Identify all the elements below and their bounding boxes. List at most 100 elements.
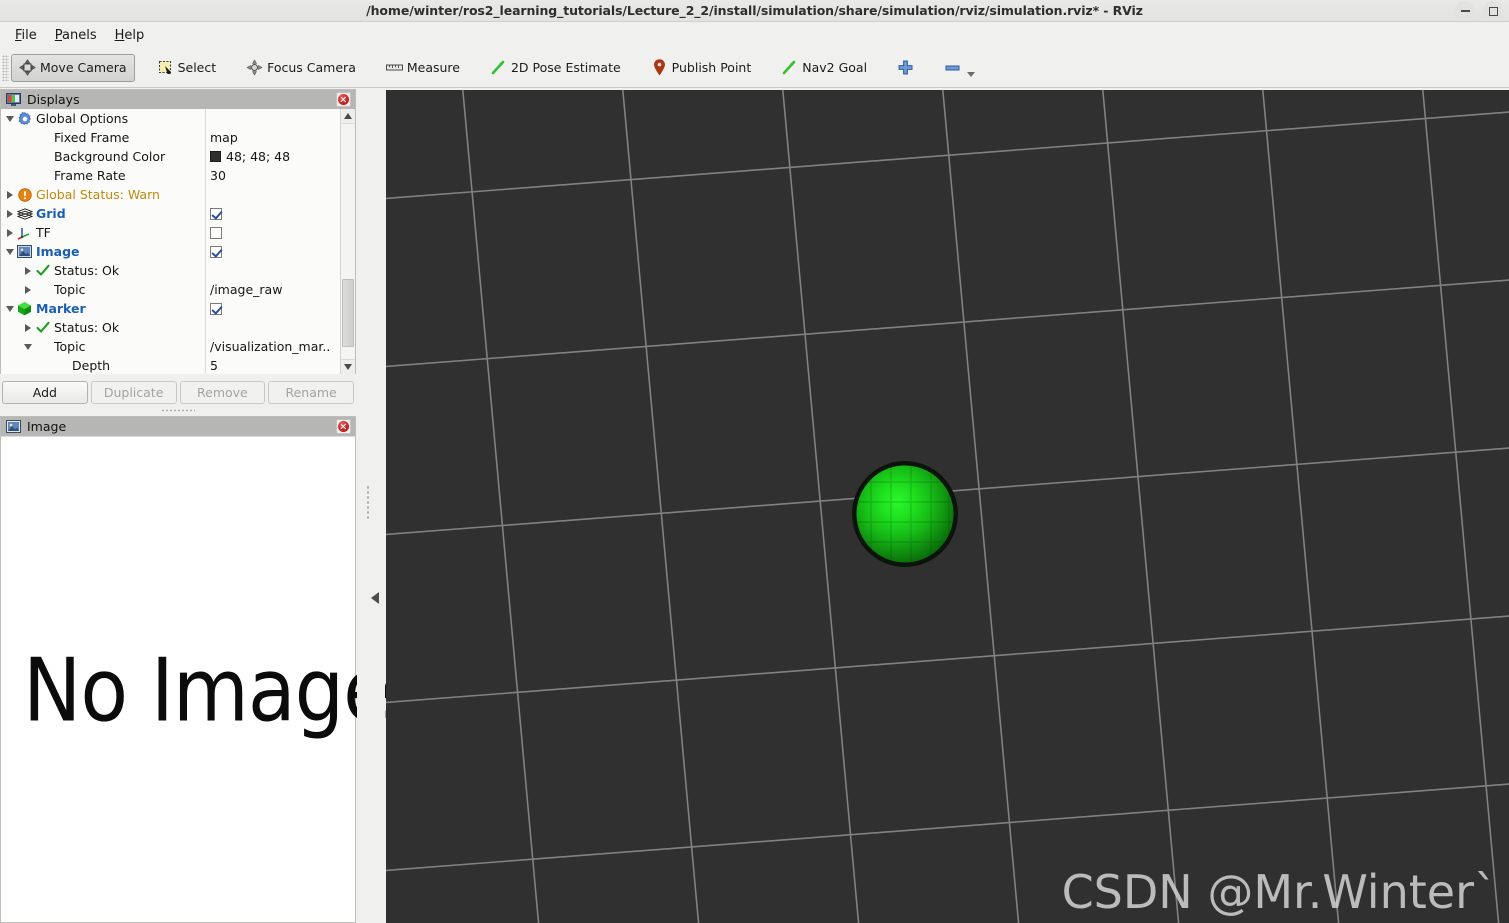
close-icon	[338, 94, 349, 105]
displays-monitor-icon	[5, 91, 22, 108]
display-tree-row[interactable]: Background Color	[1, 147, 205, 166]
display-enable-checkbox[interactable]	[210, 245, 222, 258]
display-tree-value[interactable]: 30	[206, 166, 355, 185]
display-tree-value[interactable]	[206, 299, 355, 318]
color-swatch[interactable]	[210, 151, 221, 162]
displays-tree[interactable]: Global Options Fixed Frame Background Colo…	[1, 109, 355, 374]
display-tree-value	[206, 261, 355, 280]
duplicate-display-button[interactable]: Duplicate	[90, 381, 177, 404]
collapse-arrow-icon[interactable]	[3, 248, 16, 255]
display-enable-checkbox[interactable]	[210, 226, 222, 239]
menu-panels[interactable]: Panels	[46, 25, 106, 46]
focus-camera-icon	[246, 59, 263, 76]
display-tree-label: Fixed Frame	[54, 130, 130, 145]
value-text: 5	[210, 358, 218, 373]
tool-label: Publish Point	[671, 60, 752, 75]
display-tree-row[interactable]: Global Options	[1, 109, 205, 128]
minimize-icon	[1460, 10, 1470, 12]
minimize-button[interactable]	[1455, 1, 1475, 21]
checkmark-icon	[34, 321, 51, 334]
image-panel-title: Image	[27, 419, 67, 434]
display-tree-value[interactable]	[206, 223, 355, 242]
toolbar-drag-handle[interactable]	[2, 54, 9, 81]
tool-label: Measure	[406, 60, 460, 75]
3d-scene	[386, 90, 1509, 923]
main-splitter[interactable]	[357, 89, 385, 923]
expand-arrow-icon[interactable]	[21, 266, 34, 275]
display-tree-label: TF	[36, 225, 51, 240]
image-panel: Image No Image	[0, 416, 391, 923]
map-pin-icon	[651, 59, 668, 76]
value-text: /image_raw	[210, 282, 283, 297]
display-tree-row[interactable]: Topic	[1, 337, 205, 356]
collapse-arrow-icon[interactable]	[21, 343, 34, 350]
display-tree-row[interactable]: Frame Rate	[1, 166, 205, 185]
display-tree-row[interactable]: Global Status: Warn	[1, 185, 205, 204]
display-tree-value[interactable]: 5	[206, 356, 355, 374]
toolbar-overflow-icon[interactable]	[967, 72, 976, 77]
tool-measure[interactable]: Measure	[378, 54, 468, 82]
display-tree-value[interactable]	[206, 242, 355, 261]
display-tree-row[interactable]: Grid	[1, 204, 205, 223]
displays-button-bar: Add Duplicate Remove Rename	[0, 379, 356, 406]
collapse-arrow-icon[interactable]	[3, 305, 16, 312]
display-tree-row[interactable]: Image	[1, 242, 205, 261]
display-tree-label: Global Options	[36, 111, 129, 126]
collapse-panel-arrow-icon[interactable]	[371, 592, 379, 604]
display-tree-row[interactable]: TF	[1, 223, 205, 242]
scroll-down-button[interactable]	[341, 359, 355, 374]
remove-display-button[interactable]: Remove	[179, 381, 266, 404]
menu-file[interactable]: File	[6, 25, 46, 46]
expand-arrow-icon[interactable]	[21, 323, 34, 332]
remove-tool-button[interactable]	[936, 54, 983, 82]
displays-panel-close-button[interactable]	[336, 92, 351, 107]
sphere-marker[interactable]	[852, 461, 958, 567]
pose-arrow-icon	[490, 59, 507, 76]
image-panel-close-button[interactable]	[336, 419, 351, 434]
scroll-up-button[interactable]	[341, 109, 355, 124]
tool-nav2-goal[interactable]: Nav2 Goal	[773, 54, 875, 82]
display-tree-value[interactable]	[206, 204, 355, 223]
display-tree-row[interactable]: Marker	[1, 299, 205, 318]
maximize-button[interactable]	[1483, 1, 1503, 21]
add-tool-button[interactable]	[889, 54, 922, 82]
display-tree-row[interactable]: Depth	[1, 356, 205, 374]
tool-publish-point[interactable]: Publish Point	[643, 54, 760, 82]
collapse-arrow-icon[interactable]	[3, 115, 16, 122]
display-tree-row[interactable]: Status: Ok	[1, 318, 205, 337]
rename-display-button[interactable]: Rename	[268, 381, 354, 404]
display-tree-label: Status: Ok	[54, 263, 120, 278]
display-tree-value[interactable]: /visualization_mar..	[206, 337, 355, 356]
checkmark-icon	[34, 264, 51, 277]
rviz-window: /home/winter/ros2_learning_tutorials/Lec…	[0, 0, 1509, 923]
display-tree-label: Global Status: Warn	[36, 187, 160, 202]
display-tree-value[interactable]: 48; 48; 48	[206, 147, 355, 166]
display-tree-value	[206, 185, 355, 204]
display-tree-value[interactable]: map	[206, 128, 355, 147]
displays-tree-scrollbar[interactable]	[340, 109, 355, 374]
expand-arrow-icon[interactable]	[3, 209, 16, 218]
display-tree-value	[206, 109, 355, 128]
add-display-button[interactable]: Add	[2, 381, 88, 404]
display-tree-row[interactable]: Fixed Frame	[1, 128, 205, 147]
panel-splitter-handle[interactable]	[0, 406, 356, 414]
display-tree-value[interactable]: /image_raw	[206, 280, 355, 299]
expand-arrow-icon[interactable]	[3, 228, 16, 237]
tool-label: Nav2 Goal	[802, 60, 868, 75]
expand-arrow-icon[interactable]	[21, 285, 34, 294]
menu-help[interactable]: Help	[106, 25, 154, 46]
displays-tree-names-column: Global Options Fixed Frame Background Colo…	[1, 109, 205, 374]
display-enable-checkbox[interactable]	[210, 207, 222, 220]
image-panel-header: Image	[1, 417, 355, 436]
display-enable-checkbox[interactable]	[210, 302, 222, 315]
tool-move-camera[interactable]: Move Camera	[11, 53, 135, 82]
tool-focus-camera[interactable]: Focus Camera	[238, 54, 364, 82]
tool-select[interactable]: Select	[149, 54, 225, 82]
3d-render-view[interactable]: CSDN @Mr.Winter`	[386, 90, 1509, 923]
scrollbar-thumb[interactable]	[342, 279, 354, 347]
tool-2d-pose-estimate[interactable]: 2D Pose Estimate	[482, 54, 629, 82]
expand-arrow-icon[interactable]	[3, 190, 16, 199]
window-controls	[1455, 0, 1503, 22]
display-tree-row[interactable]: Topic	[1, 280, 205, 299]
display-tree-row[interactable]: Status: Ok	[1, 261, 205, 280]
